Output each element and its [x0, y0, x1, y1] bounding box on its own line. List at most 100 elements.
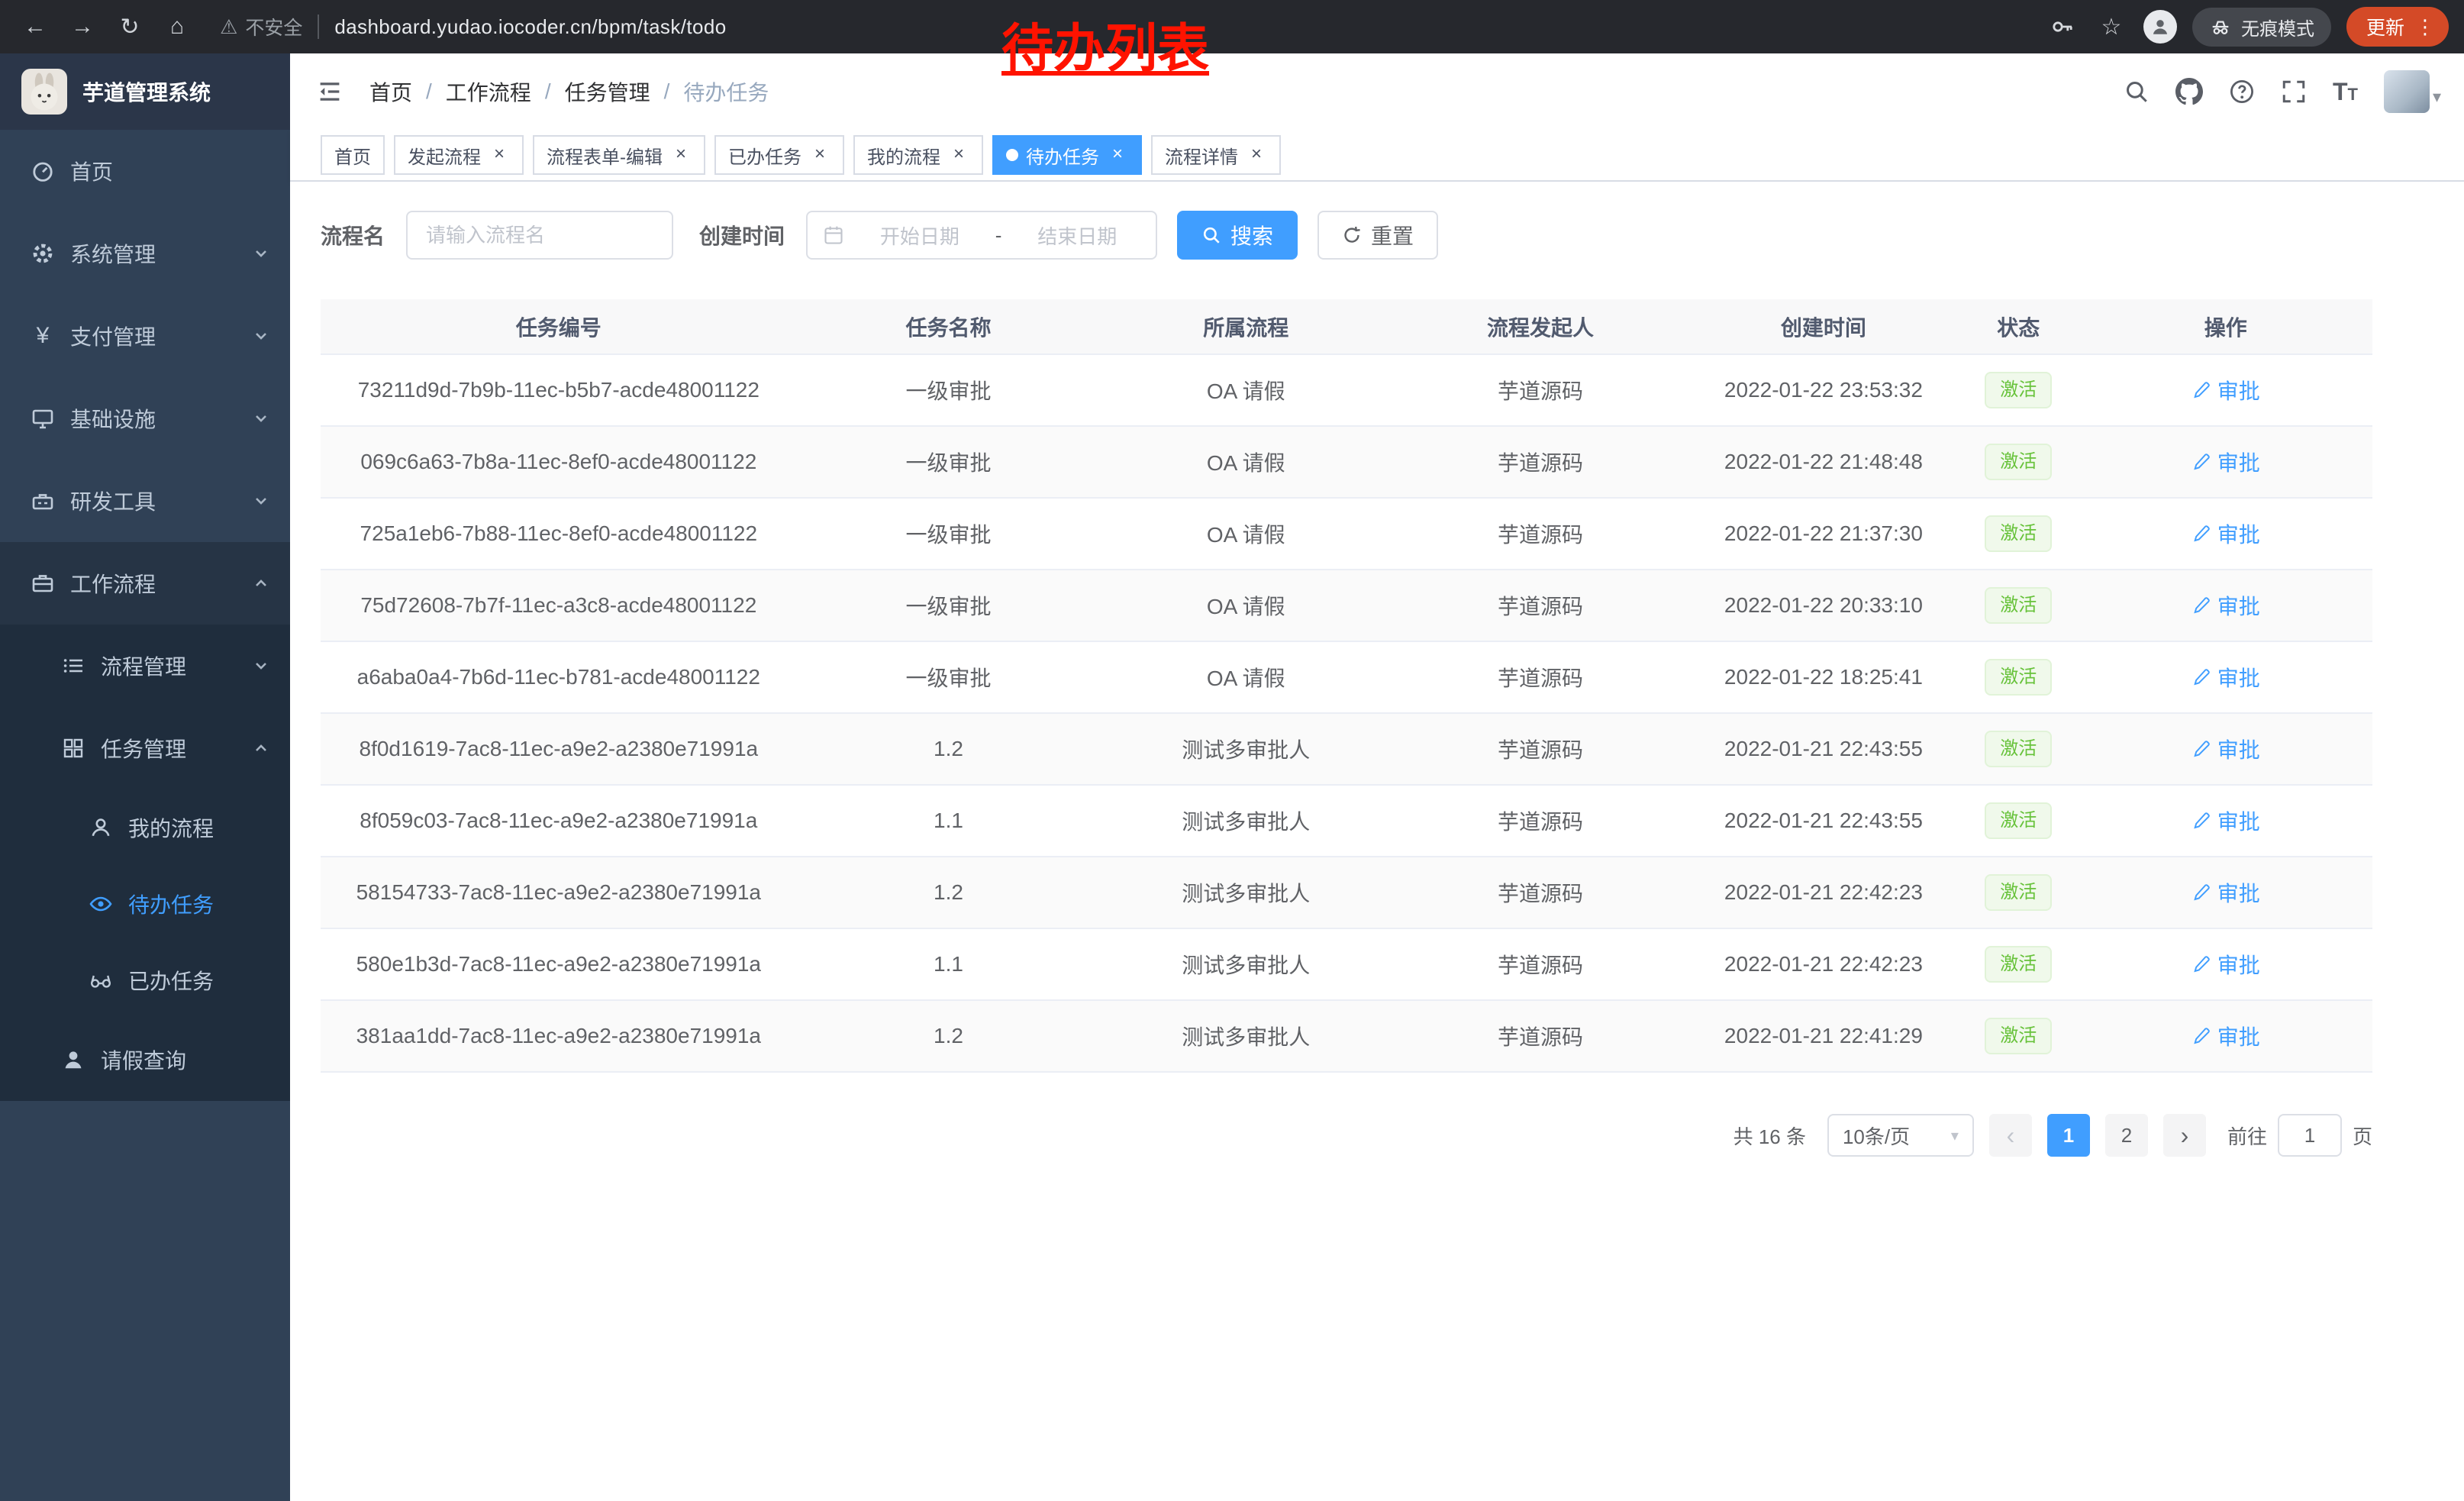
sidebar-item-system[interactable]: 系统管理	[0, 212, 290, 295]
status-badge: 激活	[1985, 1018, 2052, 1054]
cell-created-at: 2022-01-21 22:42:23	[1689, 928, 1958, 1000]
cell-task-id: 73211d9d-7b9b-11ec-b5b7-acde48001122	[321, 354, 797, 426]
approve-link[interactable]: 审批	[2191, 734, 2260, 764]
prev-page-button[interactable]: ‹	[1989, 1114, 2032, 1157]
close-icon[interactable]: ×	[948, 144, 969, 166]
edit-icon	[2191, 739, 2211, 759]
user-avatar[interactable]	[2384, 70, 2430, 113]
incognito-badge[interactable]: 无痕模式	[2192, 8, 2331, 47]
tab-home[interactable]: 首页	[321, 135, 385, 175]
sidebar-item-workflow[interactable]: 工作流程	[0, 542, 290, 625]
status-badge: 激活	[1985, 444, 2052, 480]
navbar-actions: TT ▾	[2124, 70, 2441, 113]
sidebar-item-process-management[interactable]: 流程管理	[0, 625, 290, 707]
font-size-icon[interactable]: TT	[2333, 79, 2358, 104]
cell-status: 激活	[1958, 641, 2079, 713]
sidebar-item-leave-query[interactable]: 请假查询	[0, 1018, 290, 1101]
approve-link[interactable]: 审批	[2191, 518, 2260, 549]
tab-form-edit[interactable]: 流程表单-编辑×	[533, 135, 705, 175]
close-icon[interactable]: ×	[1246, 144, 1267, 166]
close-icon[interactable]: ×	[1107, 144, 1128, 166]
page-button-2[interactable]: 2	[2105, 1114, 2148, 1157]
approve-link[interactable]: 审批	[2191, 662, 2260, 692]
active-dot-icon	[1006, 149, 1018, 161]
reset-button[interactable]: 重置	[1317, 211, 1438, 260]
chevron-down-icon	[253, 411, 269, 426]
browser-update-button[interactable]: 更新 ⋮	[2346, 7, 2449, 47]
next-page-button[interactable]: ›	[2163, 1114, 2206, 1157]
close-icon[interactable]: ×	[670, 144, 692, 166]
cell-task-name: 1.1	[797, 785, 1101, 857]
process-name-input[interactable]	[406, 211, 673, 260]
breadcrumb-home[interactable]: 首页	[369, 76, 412, 107]
reload-icon[interactable]: ↻	[110, 7, 150, 47]
sidebar-item-my-processes[interactable]: 我的流程	[0, 789, 290, 866]
incognito-icon	[2209, 15, 2232, 38]
help-icon[interactable]	[2229, 79, 2255, 105]
breadcrumb-task-management[interactable]: 任务管理	[565, 76, 650, 107]
cell-created-at: 2022-01-22 23:53:32	[1689, 354, 1958, 426]
sidebar-item-payment[interactable]: ¥ 支付管理	[0, 295, 290, 377]
cell-action: 审批	[2079, 1000, 2372, 1072]
tab-todo-tasks[interactable]: 待办任务×	[992, 135, 1142, 175]
bookmark-star-icon[interactable]: ☆	[2095, 10, 2128, 44]
tab-start-process[interactable]: 发起流程×	[394, 135, 524, 175]
approve-link[interactable]: 审批	[2191, 1021, 2260, 1051]
sidebar-toggle-icon[interactable]	[313, 75, 347, 108]
status-badge: 激活	[1985, 802, 2052, 839]
back-icon[interactable]: ←	[15, 7, 55, 47]
cell-initiator: 芋道源码	[1392, 426, 1689, 498]
edit-icon	[2191, 811, 2211, 831]
approve-link[interactable]: 审批	[2191, 805, 2260, 836]
briefcase-icon	[31, 571, 55, 596]
status-badge: 激活	[1985, 515, 2052, 552]
cell-task-id: 8f059c03-7ac8-11ec-a9e2-a2380e71991a	[321, 785, 797, 857]
cell-task-id: 75d72608-7b7f-11ec-a3c8-acde48001122	[321, 570, 797, 641]
caret-down-icon[interactable]: ▾	[2433, 87, 2441, 113]
sidebar-item-home[interactable]: 首页	[0, 130, 290, 212]
filter-bar: 流程名 创建时间 开始日期 - 结束日期 搜索 重	[321, 211, 2372, 260]
breadcrumb-workflow[interactable]: 工作流程	[446, 76, 531, 107]
approve-link[interactable]: 审批	[2191, 877, 2260, 908]
page-size-select[interactable]: 10条/页 ▾	[1827, 1114, 1974, 1157]
url-text[interactable]: dashboard.yudao.iocoder.cn/bpm/task/todo	[334, 15, 726, 39]
approve-link[interactable]: 审批	[2191, 447, 2260, 477]
github-icon[interactable]	[2175, 78, 2203, 105]
cell-task-name: 1.2	[797, 713, 1101, 785]
close-icon[interactable]: ×	[809, 144, 830, 166]
browser-profile-badge[interactable]	[2143, 10, 2177, 44]
status-badge: 激活	[1985, 659, 2052, 696]
approve-link[interactable]: 审批	[2191, 375, 2260, 405]
page-button-1[interactable]: 1	[2047, 1114, 2090, 1157]
search-button[interactable]: 搜索	[1177, 211, 1298, 260]
approve-link[interactable]: 审批	[2191, 949, 2260, 980]
cell-status: 激活	[1958, 857, 2079, 928]
sidebar-item-done-tasks[interactable]: 已办任务	[0, 942, 290, 1018]
sidebar-item-todo-tasks[interactable]: 待办任务	[0, 866, 290, 942]
search-icon[interactable]	[2124, 79, 2150, 105]
toolbox-icon	[31, 489, 55, 513]
forward-icon[interactable]: →	[63, 7, 102, 47]
tab-done-tasks[interactable]: 已办任务×	[714, 135, 844, 175]
cell-created-at: 2022-01-22 18:25:41	[1689, 641, 1958, 713]
app-logo[interactable]: 芋道管理系统	[0, 53, 290, 130]
sidebar-item-task-management[interactable]: 任务管理	[0, 707, 290, 789]
home-icon[interactable]: ⌂	[157, 7, 197, 47]
tab-process-detail[interactable]: 流程详情×	[1151, 135, 1281, 175]
tab-my-processes[interactable]: 我的流程×	[853, 135, 983, 175]
logo-image	[21, 69, 67, 115]
security-indicator[interactable]: ⚠ 不安全	[220, 13, 302, 40]
fullscreen-icon[interactable]	[2281, 79, 2307, 105]
approve-link[interactable]: 审批	[2191, 590, 2260, 621]
goto-page-input[interactable]	[2278, 1114, 2342, 1157]
cell-status: 激活	[1958, 426, 2079, 498]
menu-dots-icon[interactable]: ⋮	[2415, 15, 2435, 39]
sidebar-item-devtools[interactable]: 研发工具	[0, 460, 290, 542]
cell-status: 激活	[1958, 498, 2079, 570]
sidebar-item-infrastructure[interactable]: 基础设施	[0, 377, 290, 460]
cell-process: OA 请假	[1100, 354, 1392, 426]
close-icon[interactable]: ×	[489, 144, 510, 166]
cell-action: 审批	[2079, 498, 2372, 570]
date-range-picker[interactable]: 开始日期 - 结束日期	[806, 211, 1157, 260]
password-key-icon[interactable]	[2046, 10, 2079, 44]
